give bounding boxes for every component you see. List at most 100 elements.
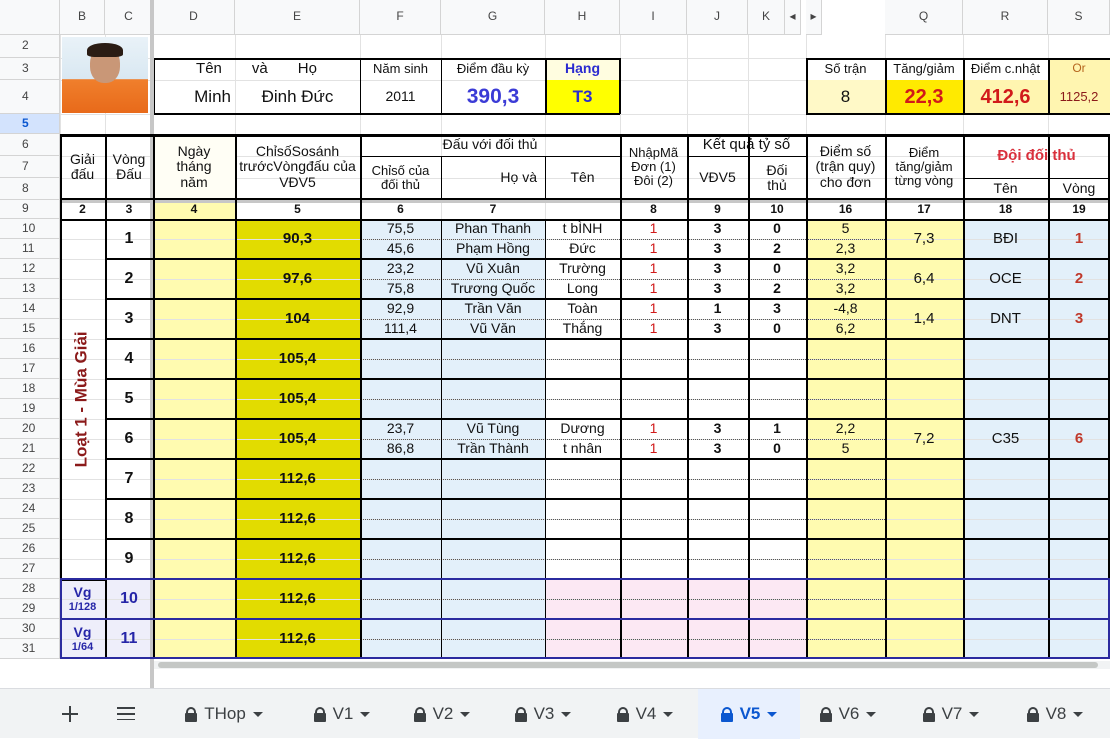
- score-vdv5: 3: [713, 260, 722, 277]
- border-line: [1048, 134, 1050, 659]
- row-header-5[interactable]: 5: [0, 114, 60, 134]
- chevron-down-icon[interactable]: [969, 711, 980, 717]
- border-line: [963, 134, 965, 659]
- dotted-divider: [360, 239, 806, 240]
- date-cell[interactable]: [153, 339, 235, 379]
- tab-v1[interactable]: V1: [296, 689, 388, 739]
- chevron-down-icon[interactable]: [767, 711, 778, 717]
- column-header-C[interactable]: C: [105, 0, 153, 35]
- tab-v5[interactable]: V5: [698, 689, 800, 739]
- spreadsheet-grid[interactable]: BCDEFGHIJK◂▸QRST234567891011121314151617…: [0, 0, 1110, 688]
- chiso-value: 90,3: [282, 229, 313, 247]
- row-header-25[interactable]: 25: [0, 519, 60, 539]
- tab-v4[interactable]: V4: [599, 689, 691, 739]
- chevron-down-icon[interactable]: [460, 711, 471, 717]
- row-header-16[interactable]: 16: [0, 339, 60, 359]
- chevron-down-icon[interactable]: [252, 711, 263, 717]
- score-vdv5: 1: [713, 300, 722, 317]
- row-header-14[interactable]: 14: [0, 299, 60, 319]
- plus-icon[interactable]: [62, 706, 78, 722]
- column-header-D[interactable]: D: [153, 0, 235, 35]
- row-header-19[interactable]: 19: [0, 399, 60, 419]
- opponent-rating: 92,9: [386, 300, 415, 317]
- column-header-Q[interactable]: Q: [885, 0, 963, 35]
- tab-v8[interactable]: V8: [1005, 689, 1105, 739]
- row-header-7[interactable]: 7: [0, 156, 60, 178]
- border-line: [360, 156, 620, 157]
- row-header-21[interactable]: 21: [0, 439, 60, 459]
- row-header-29[interactable]: 29: [0, 599, 60, 619]
- tab-v7[interactable]: V7: [905, 689, 997, 739]
- row-header-15[interactable]: 15: [0, 319, 60, 339]
- tab-v6[interactable]: V6: [802, 689, 894, 739]
- date-cell[interactable]: [153, 299, 235, 339]
- date-cell[interactable]: [153, 459, 235, 499]
- dotted-divider: [806, 599, 885, 600]
- opponent-name: Dương: [560, 420, 605, 437]
- date-cell[interactable]: [153, 619, 235, 659]
- date-cell[interactable]: [153, 499, 235, 539]
- row-header-27[interactable]: 27: [0, 559, 60, 579]
- chevron-down-icon[interactable]: [1073, 711, 1084, 717]
- date-cell[interactable]: [153, 419, 235, 459]
- match-code: 1: [649, 260, 658, 277]
- date-cell[interactable]: [153, 379, 235, 419]
- column-header-B[interactable]: B: [60, 0, 105, 35]
- opponent-name: Thắng: [562, 320, 603, 337]
- date-cell[interactable]: [153, 539, 235, 579]
- chevron-down-icon[interactable]: [561, 711, 572, 717]
- column-header-G[interactable]: G: [441, 0, 545, 35]
- tab-v2[interactable]: V2: [396, 689, 488, 739]
- column-header-I[interactable]: I: [620, 0, 687, 35]
- chevron-down-icon[interactable]: [866, 711, 877, 717]
- tab-v3[interactable]: V3: [497, 689, 589, 739]
- column-header-E[interactable]: E: [235, 0, 360, 35]
- tab-thop[interactable]: THop: [168, 689, 280, 739]
- vg-label: Vg 1/128: [60, 579, 105, 619]
- last-name: Đinh Đức: [261, 86, 334, 106]
- row-header-12[interactable]: 12: [0, 259, 60, 279]
- vg-label-text: 1/64: [71, 640, 94, 653]
- row-header-3[interactable]: 3: [0, 58, 60, 80]
- row-header-30[interactable]: 30: [0, 619, 60, 639]
- row-header-13[interactable]: 13: [0, 279, 60, 299]
- date-cell[interactable]: [153, 579, 235, 619]
- round-number: 6: [124, 430, 134, 448]
- row-header-8[interactable]: 8: [0, 178, 60, 200]
- row-header-26[interactable]: 26: [0, 539, 60, 559]
- chevron-down-icon[interactable]: [360, 711, 371, 717]
- row-header-23[interactable]: 23: [0, 479, 60, 499]
- row-header-31[interactable]: 31: [0, 639, 60, 659]
- date-cell[interactable]: [153, 219, 235, 259]
- row-header-28[interactable]: 28: [0, 579, 60, 599]
- column-header-S[interactable]: S: [1048, 0, 1110, 35]
- row-header-10[interactable]: 10: [0, 219, 60, 239]
- row-header-17[interactable]: 17: [0, 359, 60, 379]
- column-header-K[interactable]: K: [748, 0, 785, 35]
- row-header-6[interactable]: 6: [0, 134, 60, 156]
- header-diem-so: Điểm số (trận quy) cho đơn: [815, 142, 876, 190]
- row-header-11[interactable]: 11: [0, 239, 60, 259]
- column-header-J[interactable]: J: [687, 0, 748, 35]
- chiso-value: 112,6: [279, 629, 316, 647]
- round-delta: 7,2: [913, 429, 935, 447]
- navy-border: [60, 578, 1110, 580]
- column-header-F[interactable]: F: [360, 0, 441, 35]
- row-header-20[interactable]: 20: [0, 419, 60, 439]
- column-header-R[interactable]: R: [963, 0, 1048, 35]
- date-cell[interactable]: [153, 259, 235, 299]
- h-scrollbar-thumb[interactable]: [158, 662, 1098, 668]
- hamburger-menu-icon[interactable]: [117, 707, 135, 720]
- round-number: 5: [124, 390, 134, 408]
- row-header-18[interactable]: 18: [0, 379, 60, 399]
- row-header-24[interactable]: 24: [0, 499, 60, 519]
- column-header-H[interactable]: H: [545, 0, 620, 35]
- column-header-◂[interactable]: ◂: [785, 0, 801, 35]
- opponent-name: Long: [566, 280, 599, 297]
- row-header-22[interactable]: 22: [0, 459, 60, 479]
- row-header-2[interactable]: 2: [0, 35, 60, 58]
- column-header-▸[interactable]: ▸: [806, 0, 822, 35]
- row-header-4[interactable]: 4: [0, 80, 60, 114]
- row-header-9[interactable]: 9: [0, 200, 60, 219]
- chevron-down-icon[interactable]: [663, 711, 674, 717]
